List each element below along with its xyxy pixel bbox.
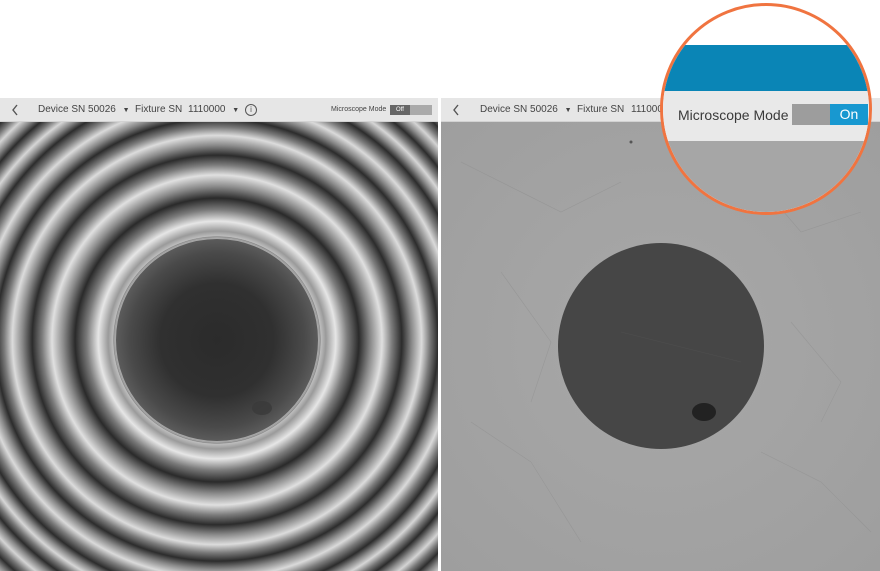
device-sn-selector[interactable]: Device SN 50026 ▼ bbox=[38, 98, 130, 122]
info-icon[interactable]: i bbox=[245, 104, 257, 116]
back-button[interactable] bbox=[449, 98, 463, 122]
zoomed-image-area bbox=[663, 141, 869, 212]
fixture-sn-selector[interactable]: 1110000 ▼ bbox=[188, 98, 239, 122]
chevron-down-icon: ▼ bbox=[564, 107, 572, 114]
device-sn-label: Device SN 50026 bbox=[480, 104, 558, 115]
interferometer-panel: Device SN 50026 ▼ Fixture SN 1110000 ▼ i… bbox=[0, 98, 438, 571]
fixture-sn-label: Fixture SN bbox=[135, 104, 183, 115]
back-button[interactable] bbox=[8, 98, 22, 122]
microscope-mode-zoom-callout: Microscope Mode On bbox=[660, 3, 872, 215]
chevron-left-icon bbox=[12, 104, 18, 116]
interference-fringe-image bbox=[0, 122, 438, 571]
header-band bbox=[663, 45, 869, 91]
chevron-left-icon bbox=[453, 104, 459, 116]
fixture-sn-label: Fixture SN bbox=[577, 104, 625, 115]
microscope-mode-toggle[interactable]: On bbox=[792, 104, 868, 125]
chevron-down-icon: ▼ bbox=[232, 107, 240, 114]
microscope-mode-toggle[interactable]: Off bbox=[390, 105, 432, 115]
microscope-mode-label: Microscope Mode bbox=[678, 107, 789, 123]
microscope-mode-label: Microscope Mode bbox=[331, 106, 387, 113]
fringe-pattern bbox=[0, 122, 438, 571]
device-sn-label: Device SN 50026 bbox=[38, 104, 116, 115]
toggle-state-off: Off bbox=[390, 105, 410, 115]
panel-toolbar: Device SN 50026 ▼ Fixture SN 1110000 ▼ i… bbox=[0, 98, 438, 122]
device-sn-selector[interactable]: Device SN 50026 ▼ bbox=[480, 98, 572, 122]
chevron-down-icon: ▼ bbox=[122, 107, 130, 114]
toggle-state-on: On bbox=[830, 104, 868, 125]
fixture-sn-value: 1110000 bbox=[188, 104, 226, 115]
